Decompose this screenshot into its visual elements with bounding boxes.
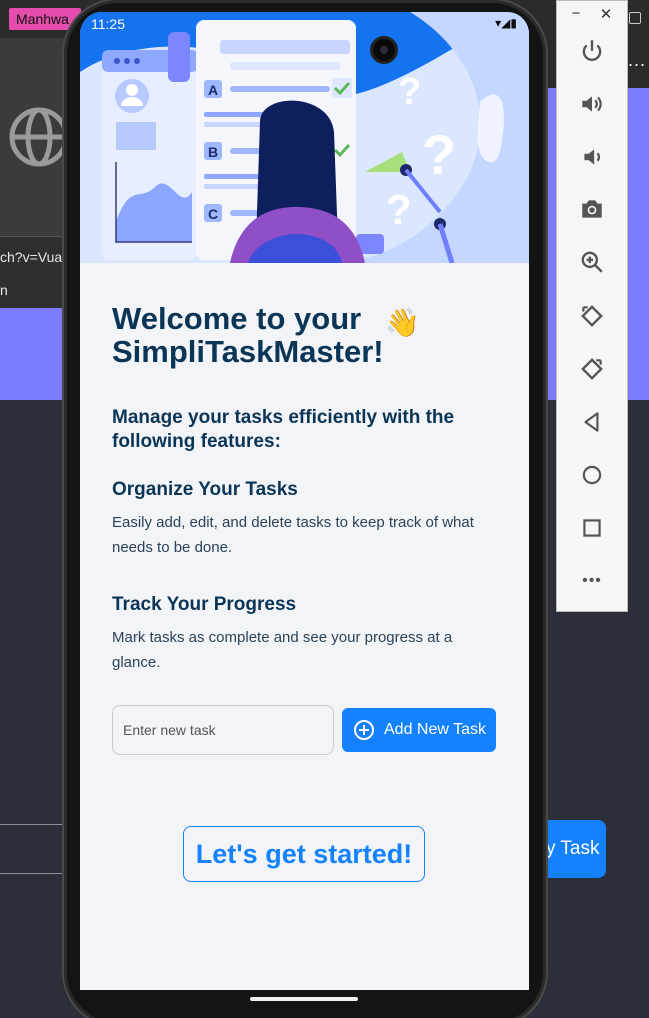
feature-description: Mark tasks as complete and see your prog…	[112, 629, 453, 671]
globe-icon	[9, 107, 69, 167]
feature-title: Organize Your Tasks	[112, 479, 298, 500]
background-more-icon[interactable]: ...	[628, 50, 646, 71]
home-icon[interactable]	[575, 458, 609, 492]
emulator-toolbar: − ✕ •••	[556, 0, 628, 612]
add-circle-icon	[354, 720, 374, 740]
add-new-task-button[interactable]: Add New Task	[342, 708, 496, 752]
volume-down-icon[interactable]	[575, 140, 609, 174]
gesture-nav-bar[interactable]	[250, 997, 358, 1001]
back-icon[interactable]	[575, 405, 609, 439]
rotate-right-icon[interactable]	[575, 352, 609, 386]
hero-letter-c: C	[208, 206, 218, 222]
status-time: 11:25	[91, 16, 125, 32]
emulator-minimize-button[interactable]: −	[565, 5, 587, 23]
hero-artwork: A B C ? ? ?	[80, 12, 529, 263]
feature-description: Easily add, edit, and delete tasks to ke…	[112, 514, 474, 556]
zoom-icon[interactable]	[575, 245, 609, 279]
background-maximize-icon	[629, 12, 641, 24]
new-task-input[interactable]	[112, 705, 334, 755]
overview-icon[interactable]	[575, 511, 609, 545]
power-icon[interactable]	[575, 34, 609, 68]
hero-question-mark: ?	[386, 186, 412, 233]
feature-title: Track Your Progress	[112, 594, 297, 615]
add-new-task-label: Add New Task	[384, 721, 486, 738]
front-camera	[370, 36, 398, 64]
hero-question-mark: ?	[422, 123, 456, 186]
get-started-button[interactable]: Let's get started!	[183, 826, 425, 882]
waving-hand-icon: 👋	[385, 307, 420, 338]
rotate-left-icon[interactable]	[575, 299, 609, 333]
hero-question-mark: ?	[398, 71, 421, 113]
welcome-title: Welcome to your SimpliTaskMaster!	[112, 301, 384, 369]
emulator-close-button[interactable]: ✕	[595, 5, 617, 23]
volume-up-icon[interactable]	[575, 87, 609, 121]
signal-icon: ▾◢▮	[495, 16, 517, 30]
more-icon[interactable]: •••	[575, 564, 609, 598]
features-subheading: Manage your tasks efficiently with the f…	[112, 407, 455, 452]
app-screen: A B C ? ? ? 11:25 ▾◢▮ Welcome to your Si…	[80, 12, 529, 990]
hero-letter-b: B	[208, 144, 218, 160]
hero-letter-a: A	[208, 82, 218, 98]
camera-icon[interactable]	[575, 192, 609, 226]
hero-illustration: A B C ? ? ?	[80, 12, 529, 263]
status-icons: ▾◢▮	[495, 16, 517, 30]
